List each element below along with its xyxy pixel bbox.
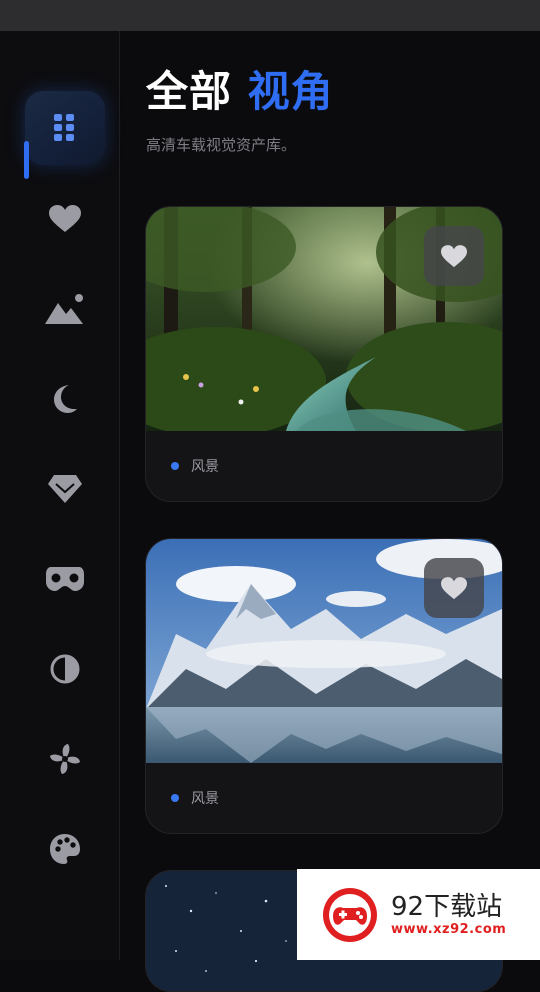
sidebar-item-vr[interactable] <box>25 542 105 616</box>
fan-icon <box>49 743 81 775</box>
vr-mask-icon <box>46 567 84 591</box>
sidebar-item-luxury[interactable] <box>25 452 105 526</box>
contrast-icon <box>50 654 80 684</box>
sidebar-item-contrast[interactable] <box>25 632 105 706</box>
active-indicator <box>24 141 29 179</box>
heart-icon <box>441 244 467 268</box>
status-bar <box>0 0 540 31</box>
sidebar-item-all[interactable] <box>25 91 105 165</box>
sidebar <box>0 31 120 960</box>
watermark-name: 92下载站 <box>391 892 503 922</box>
palette-icon <box>49 833 81 865</box>
sidebar-item-favorites[interactable] <box>25 182 105 256</box>
sidebar-item-night[interactable] <box>25 362 105 436</box>
category-label: 风景 <box>191 459 219 475</box>
favorite-button[interactable] <box>424 226 484 286</box>
landscape-icon <box>45 293 85 325</box>
forest-stream-photo[interactable] <box>146 207 502 431</box>
grid-icon <box>54 114 76 142</box>
heart-icon <box>441 576 467 600</box>
snow-mountain-lake-photo[interactable] <box>146 539 502 763</box>
moon-icon <box>51 384 79 414</box>
heart-icon <box>49 205 81 233</box>
favorite-button[interactable] <box>424 558 484 618</box>
sidebar-item-art[interactable] <box>25 812 105 886</box>
gamepad-logo-icon <box>321 886 379 944</box>
category-dot <box>171 462 179 470</box>
category-dot <box>171 794 179 802</box>
title-accent: 视角 <box>247 67 334 116</box>
page-title: 全部 视角 <box>146 67 334 117</box>
wallpaper-card[interactable]: 风景 <box>145 206 503 502</box>
gem-icon <box>48 475 82 503</box>
page-subtitle: 高清车载视觉资产库。 <box>146 136 297 154</box>
wallpaper-card[interactable]: 风景 <box>145 538 503 834</box>
watermark: 92下载站 www.xz92.com <box>297 869 540 960</box>
watermark-url: www.xz92.com <box>391 922 507 937</box>
title-main: 全部 <box>146 67 233 116</box>
card-footer: 风景 <box>146 763 502 833</box>
category-label: 风景 <box>191 791 219 807</box>
main-content: 全部 视角 高清车载视觉资产库。 风景 风景 <box>120 31 540 992</box>
sidebar-item-landscape[interactable] <box>25 272 105 346</box>
sidebar-item-abstract[interactable] <box>25 722 105 796</box>
card-footer: 风景 <box>146 431 502 501</box>
